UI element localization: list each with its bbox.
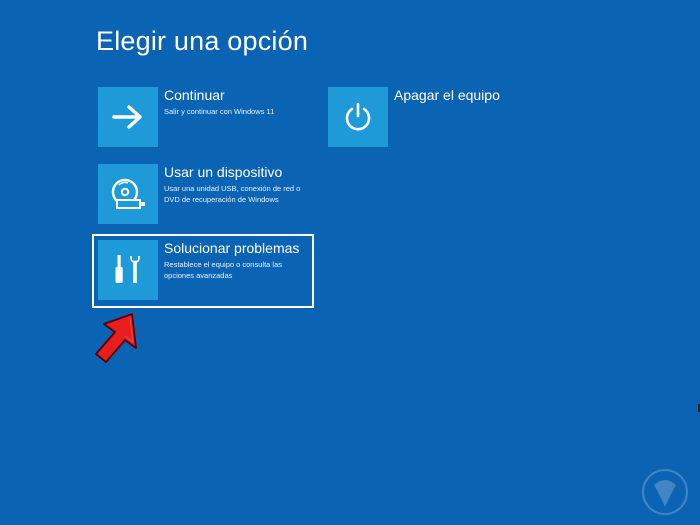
tools-icon (98, 240, 158, 300)
option-description: Usar una unidad USB, conexión de red o D… (164, 184, 301, 204)
option-description: Restablece el equipo o consulta las opci… (164, 260, 282, 280)
option-title: Continuar (164, 87, 225, 103)
option-use-device[interactable]: Usar un dispositivo Usar una unidad USB,… (98, 164, 328, 230)
option-continue[interactable]: Continuar Salir y continuar con Windows … (98, 87, 328, 153)
option-title: Usar un dispositivo (164, 164, 283, 180)
disc-usb-icon (98, 164, 158, 224)
option-shutdown[interactable]: Apagar el equipo (328, 87, 558, 153)
option-description: Salir y continuar con Windows 11 (164, 107, 275, 116)
option-troubleshoot[interactable]: Solucionar problemas Restablece el equip… (92, 234, 328, 308)
red-pointer-arrow-icon (95, 313, 137, 363)
option-title: Solucionar problemas (164, 240, 300, 256)
option-title: Apagar el equipo (394, 87, 500, 103)
power-icon (328, 87, 388, 147)
watermark-logo-icon (642, 469, 688, 515)
page-title: Elegir una opción (96, 26, 309, 56)
arrow-right-icon (98, 87, 158, 147)
